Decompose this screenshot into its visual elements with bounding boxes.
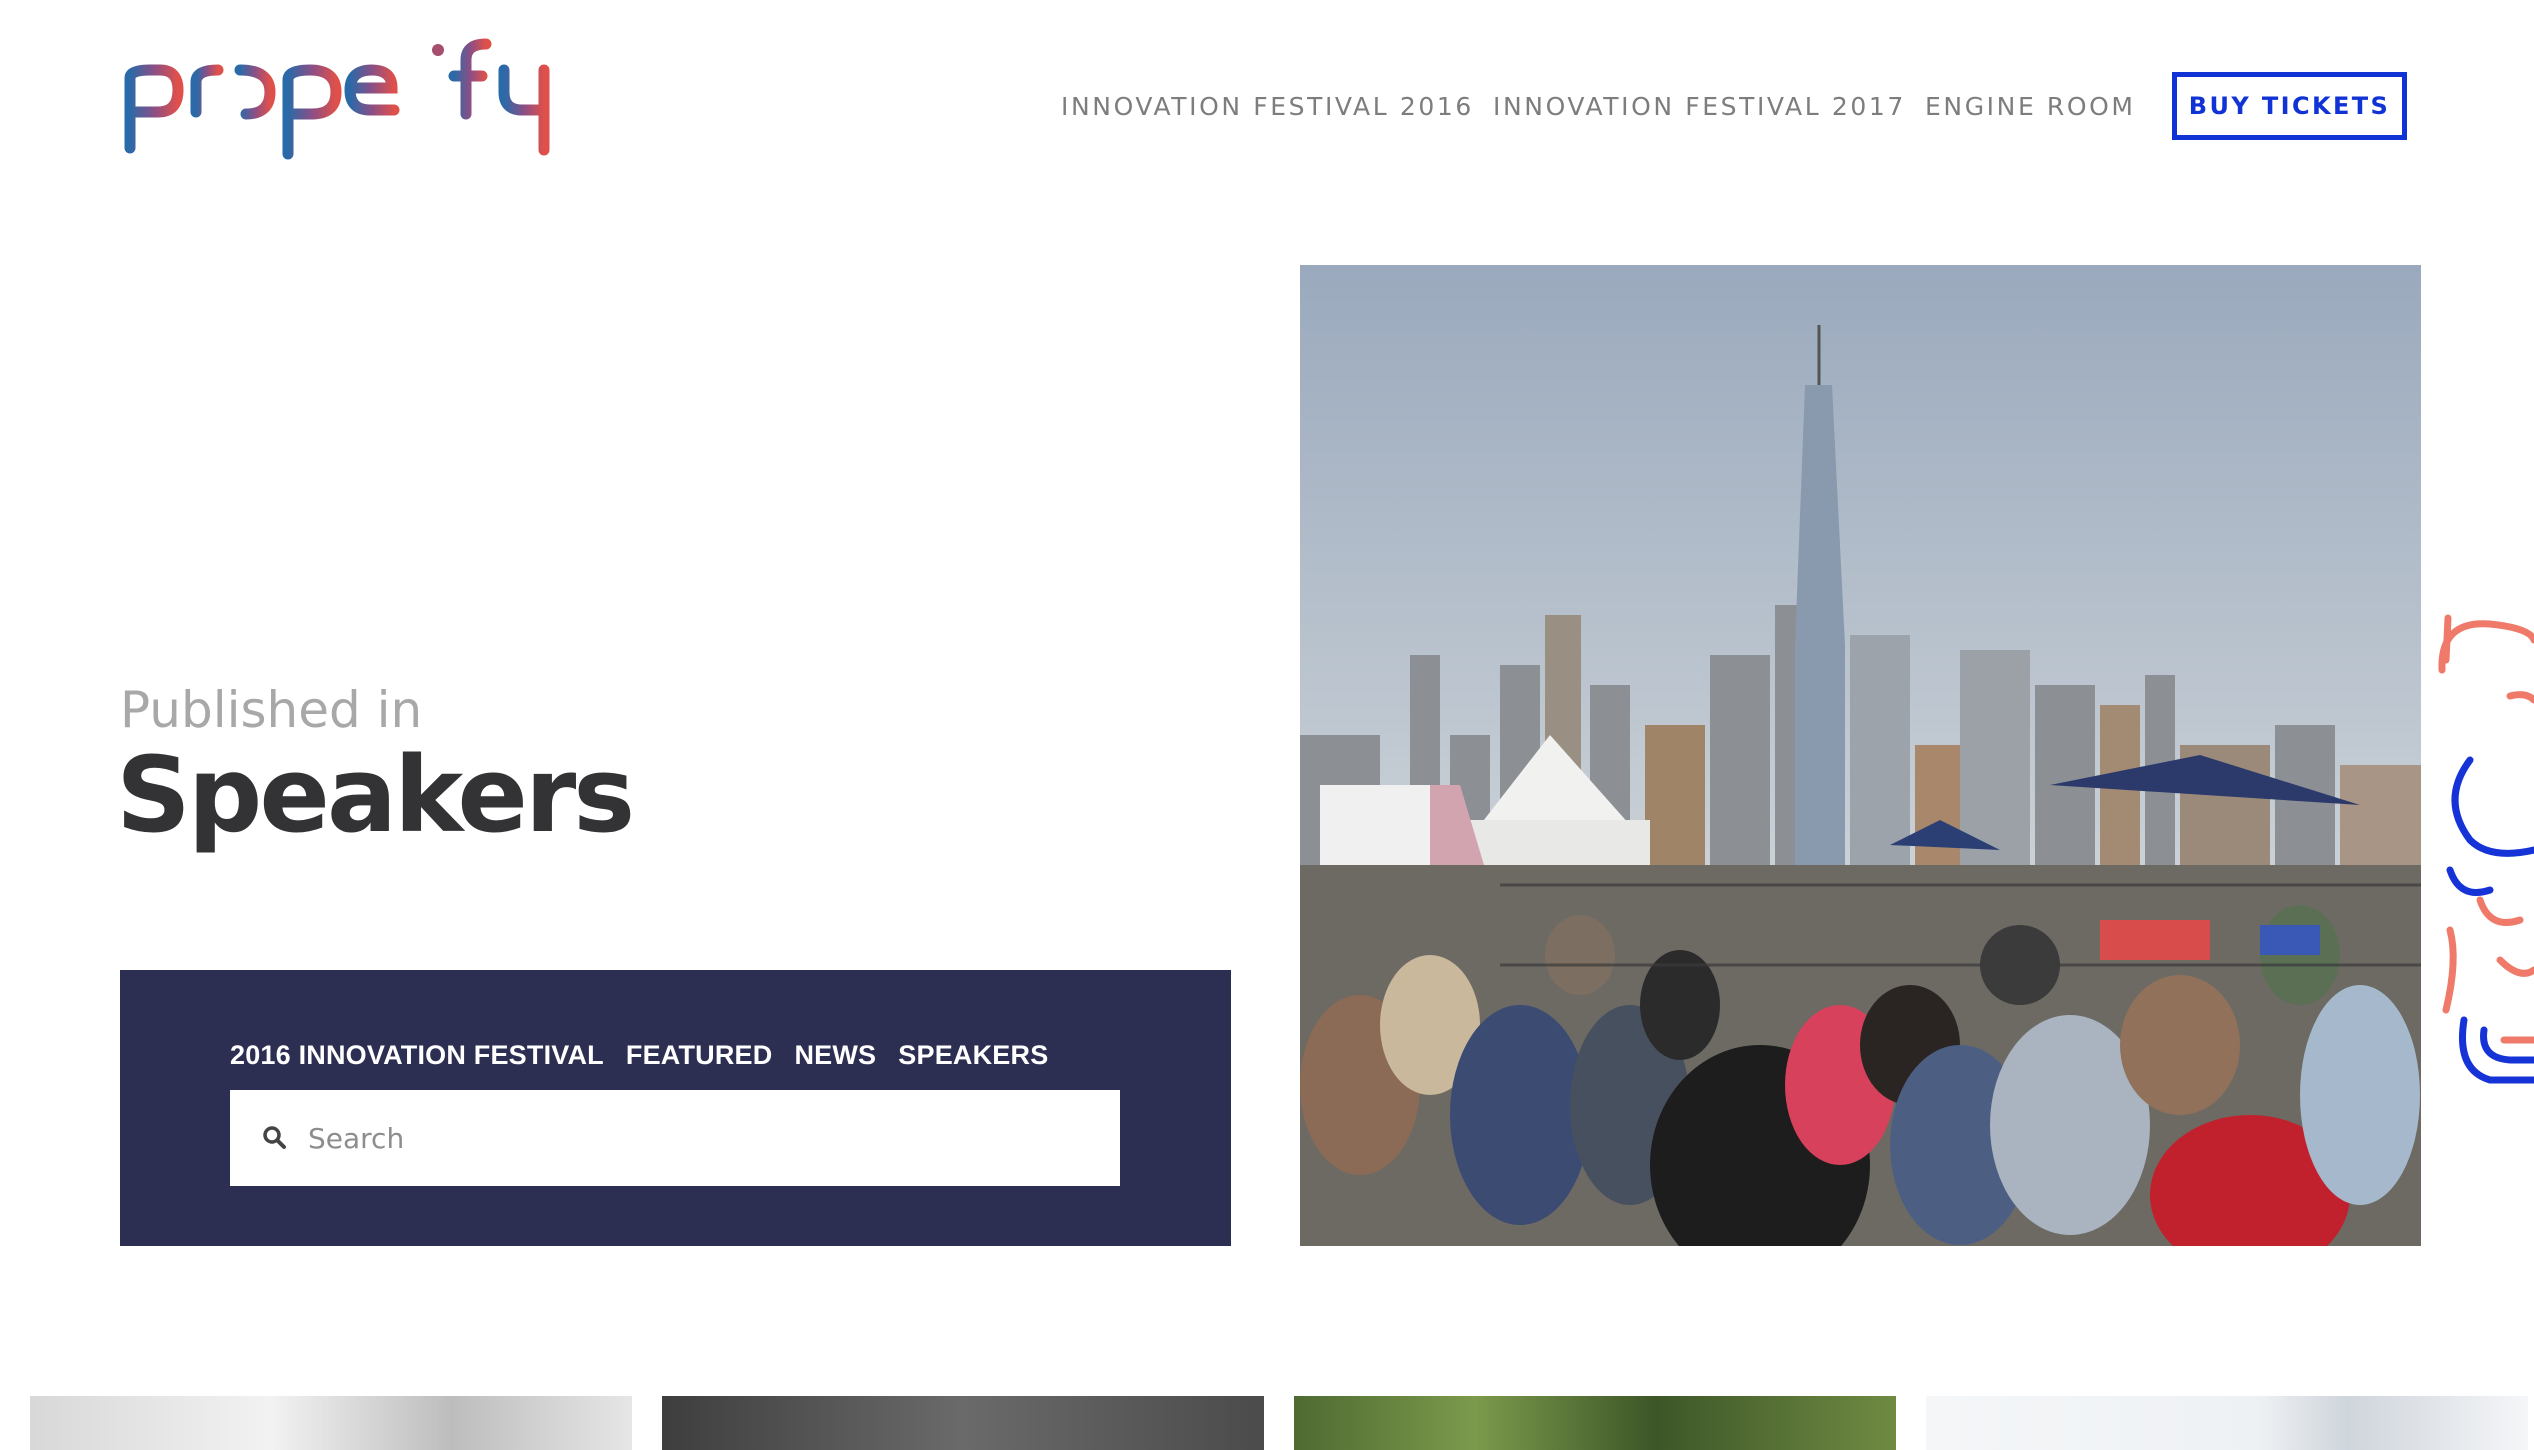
article-thumbnail[interactable]	[1926, 1396, 2528, 1450]
nav-link-engine-room[interactable]: ENGINE ROOM	[1925, 92, 2136, 122]
category-filter-links: 2016 INNOVATION FESTIVAL FEATURED NEWS S…	[230, 1038, 1048, 1072]
filter-link-featured[interactable]: FEATURED	[626, 1038, 773, 1072]
article-thumbnail[interactable]	[30, 1396, 632, 1450]
main-nav: INNOVATION FESTIVAL 2016 INNOVATION FEST…	[0, 72, 2534, 142]
hero-image	[1300, 265, 2421, 1246]
article-thumbnail[interactable]	[662, 1396, 1264, 1450]
filter-link-news[interactable]: NEWS	[794, 1038, 876, 1072]
category-title: Speakers	[116, 734, 635, 856]
search-box[interactable]	[230, 1090, 1120, 1186]
nav-link-innovation-festival-2017[interactable]: INNOVATION FESTIVAL 2017	[1493, 92, 1906, 122]
festival-crowd-skyline-photo-icon	[1300, 265, 2421, 1246]
search-icon	[263, 1126, 286, 1149]
filter-link-speakers[interactable]: SPEAKERS	[898, 1038, 1048, 1072]
buy-tickets-button[interactable]: BUY TICKETS	[2172, 72, 2407, 140]
article-thumbnail[interactable]	[1294, 1396, 1896, 1450]
filter-panel: 2016 INNOVATION FESTIVAL FEATURED NEWS S…	[120, 970, 1231, 1246]
confetti-decoration-icon	[2438, 614, 2534, 1084]
search-input[interactable]	[306, 1120, 1066, 1156]
published-in-label: Published in	[120, 681, 423, 739]
filter-link-2016-innovation-festival[interactable]: 2016 INNOVATION FESTIVAL	[230, 1038, 604, 1072]
nav-link-innovation-festival-2016[interactable]: INNOVATION FESTIVAL 2016	[1061, 92, 1474, 122]
